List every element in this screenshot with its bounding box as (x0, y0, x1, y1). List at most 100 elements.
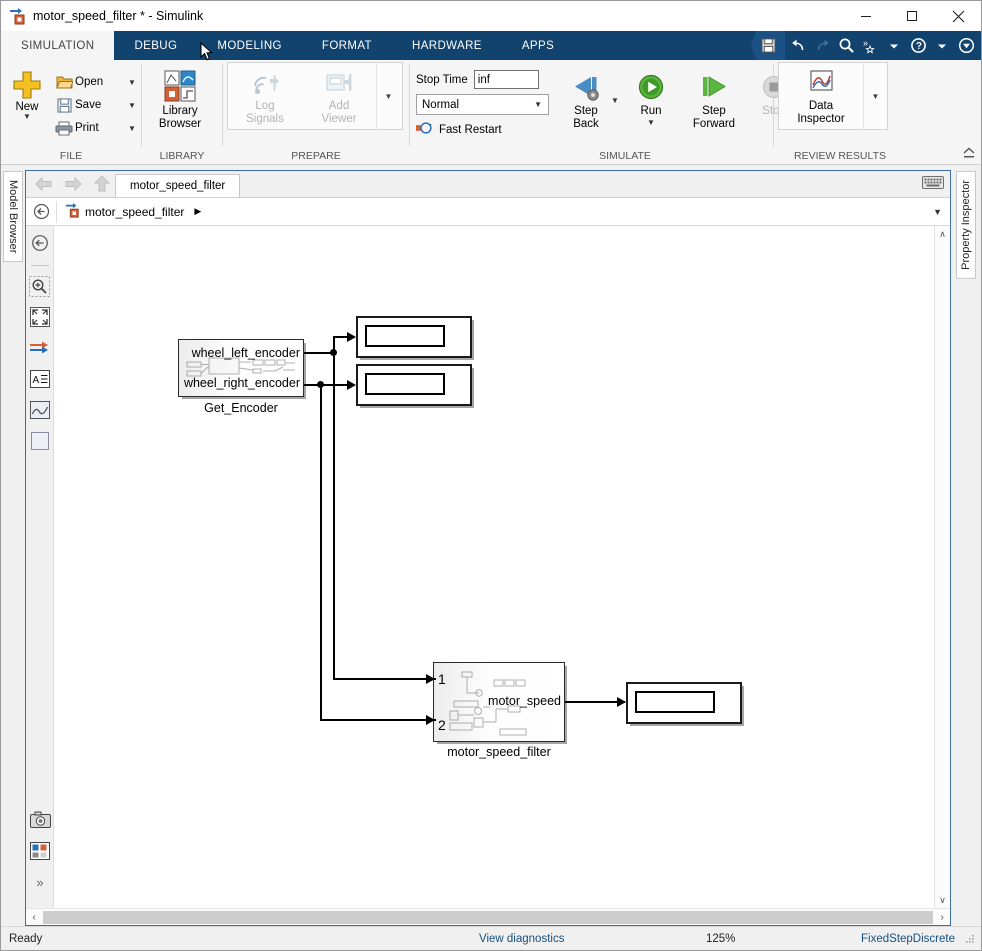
open-dropdown-icon[interactable]: ▼ (123, 78, 141, 87)
ribbon: New ▼ Open ▼ Save ▼ Print ▼ FILE Library… (1, 60, 981, 165)
block-display-motor-speed[interactable] (626, 682, 742, 724)
scroll-right-button[interactable]: › (934, 912, 950, 923)
breadcrumb-item-model[interactable]: motor_speed_filter ▶ (57, 202, 202, 221)
tab-apps[interactable]: APPS (502, 31, 574, 60)
model-browser-tab[interactable]: Model Browser (3, 171, 23, 263)
canvas-vertical-scrollbar[interactable]: ∧ ∨ (934, 226, 950, 908)
favorites-dropdown-icon[interactable] (883, 35, 905, 57)
block-motor-speed-filter[interactable]: 1 2 motor_speed (433, 662, 565, 742)
back-arrow-icon[interactable] (30, 172, 57, 196)
search-icon[interactable] (835, 35, 857, 57)
horizontal-scroll-thumb[interactable] (43, 910, 933, 924)
canvas-tool-fit-to-view[interactable] (29, 306, 51, 328)
canvas-tool-navigate-back[interactable] (29, 232, 51, 254)
ribbon-group-review-results-label: REVIEW RESULTS (794, 150, 886, 162)
scroll-up-button[interactable]: ∧ (935, 226, 950, 242)
run-button[interactable]: Run ▼ (625, 68, 677, 131)
quick-access-toolbar: » ? (751, 31, 977, 60)
review-results-overflow-icon[interactable]: ▼ (863, 63, 887, 129)
model-tab-motor-speed-filter[interactable]: motor_speed_filter (115, 174, 241, 197)
redo-icon[interactable] (811, 35, 833, 57)
minimize-button[interactable] (843, 1, 889, 31)
favorites-icon[interactable]: » (859, 35, 881, 57)
print-button[interactable]: Print ▼ (53, 118, 141, 138)
signal-right-encoder-branch-down (320, 384, 322, 720)
port-label-wheel-left-encoder: wheel_left_encoder (191, 346, 300, 360)
canvas-horizontal-scrollbar[interactable]: ‹ › (26, 908, 950, 925)
help-icon[interactable]: ? (907, 35, 929, 57)
resize-grip[interactable] (964, 933, 975, 947)
signal-motor-speed-to-display (565, 701, 625, 703)
main-area: Model Browser motor_speed_filter motor_s… (1, 165, 981, 926)
add-viewer-button[interactable]: Add Viewer (302, 63, 376, 126)
block-display-left-encoder[interactable] (356, 316, 472, 358)
canvas-tool-more[interactable]: » (29, 871, 51, 893)
simulation-mode-select[interactable]: Normal ▼ (416, 94, 549, 115)
breadcrumb: motor_speed_filter ▶ ▼ (26, 198, 950, 226)
block-display-right-encoder[interactable] (356, 364, 472, 406)
tab-format[interactable]: FORMAT (302, 31, 392, 60)
right-panel-tabs: Property Inspector (951, 165, 981, 926)
display-value-right-encoder (365, 373, 445, 395)
canvas-tool-image[interactable] (29, 399, 51, 421)
ribbon-options-icon[interactable] (955, 35, 977, 57)
prepare-overflow-icon[interactable]: ▼ (376, 63, 400, 129)
undo-icon[interactable] (787, 35, 809, 57)
canvas-tool-screenshot[interactable] (29, 809, 51, 831)
tab-hardware[interactable]: HARDWARE (392, 31, 502, 60)
close-button[interactable] (935, 1, 981, 31)
library-browser-button[interactable]: Library Browser (142, 64, 218, 131)
log-signals-label-1: Log (255, 100, 275, 112)
run-dropdown-icon[interactable]: ▼ (647, 118, 655, 127)
forward-arrow-icon[interactable] (59, 172, 86, 196)
maximize-button[interactable] (889, 1, 935, 31)
signal-left-encoder-branch-to-port1 (333, 678, 436, 680)
log-signals-button[interactable]: Log Signals (228, 63, 302, 126)
canvas-tool-legend[interactable] (29, 840, 51, 862)
property-inspector-tab[interactable]: Property Inspector (956, 171, 976, 279)
help-dropdown-icon[interactable] (931, 35, 953, 57)
canvas-tool-annotation[interactable]: A (29, 368, 51, 390)
zoom-level[interactable]: 125% (706, 933, 735, 945)
breadcrumb-dropdown-icon[interactable]: ▼ (933, 207, 942, 217)
prepare-panel: Log Signals Add Viewer ▼ (227, 62, 403, 130)
collapse-ribbon-icon[interactable] (961, 146, 977, 162)
new-dropdown-icon[interactable]: ▼ (23, 113, 31, 121)
step-back-dropdown-icon[interactable]: ▼ (611, 68, 625, 131)
add-viewer-icon (324, 69, 354, 100)
navigate-back-icon[interactable] (26, 203, 56, 220)
breadcrumb-arrow-icon: ▶ (194, 206, 202, 216)
scroll-left-button[interactable]: ‹ (26, 912, 42, 923)
canvas-tool-zoom[interactable] (29, 275, 51, 297)
canvas-wrapper: A » wheel_left_encoder wheel_right_encod… (26, 226, 950, 908)
fast-restart-button[interactable]: Fast Restart (416, 121, 549, 138)
solver-name[interactable]: FixedStepDiscrete (861, 933, 955, 945)
ribbon-group-prepare: Log Signals Add Viewer ▼ PREPARE (223, 60, 409, 164)
status-text: Ready (9, 932, 43, 945)
tab-simulation[interactable]: SIMULATION (1, 31, 115, 60)
display-value-motor-speed (635, 691, 715, 713)
model-canvas[interactable]: wheel_left_encoder wheel_right_encoder G… (54, 226, 934, 908)
canvas-tool-area[interactable] (29, 430, 51, 452)
save-icon[interactable] (751, 31, 785, 60)
save-dropdown-icon[interactable]: ▼ (123, 101, 141, 110)
stop-time-input[interactable] (473, 70, 539, 89)
open-button[interactable]: Open ▼ (53, 72, 141, 92)
print-dropdown-icon[interactable]: ▼ (123, 124, 141, 133)
data-inspector-button[interactable]: Data Inspector (779, 63, 863, 126)
up-arrow-icon[interactable] (88, 172, 115, 196)
view-diagnostics-link[interactable]: View diagnostics (479, 933, 564, 945)
step-forward-button[interactable]: Step Forward (677, 68, 751, 131)
ribbon-group-library: Library Browser LIBRARY (142, 60, 222, 164)
new-button[interactable]: New ▼ (1, 64, 53, 121)
tab-debug[interactable]: DEBUG (114, 31, 197, 60)
fast-restart-icon (416, 121, 433, 138)
simulation-mode-value: Normal (422, 98, 460, 111)
svg-text:?: ? (915, 41, 921, 52)
save-button[interactable]: Save ▼ (53, 95, 141, 115)
keyboard-shortcuts-icon[interactable] (922, 175, 944, 191)
scroll-down-button[interactable]: ∨ (935, 892, 950, 908)
block-get-encoder[interactable]: wheel_left_encoder wheel_right_encoder (178, 339, 304, 397)
canvas-tool-signal-lines[interactable] (29, 337, 51, 359)
tab-modeling[interactable]: MODELING (197, 31, 302, 60)
